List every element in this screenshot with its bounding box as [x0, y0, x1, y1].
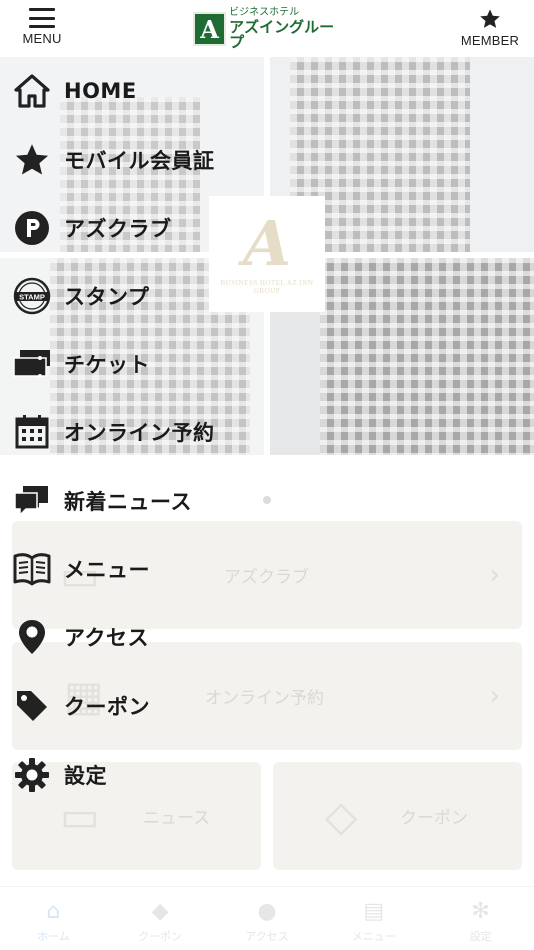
- hamburger-icon: [29, 8, 55, 28]
- star-icon: [12, 140, 52, 180]
- svg-text:STAMP: STAMP: [19, 293, 45, 302]
- menu-item-label: メニュー: [64, 558, 150, 582]
- menu-item-label: 新着ニュース: [64, 490, 192, 514]
- tab-label: メニュー: [351, 930, 396, 943]
- menu-button-label: MENU: [22, 31, 62, 46]
- tab-label: ホーム: [37, 930, 70, 943]
- stamp-icon: STAMP: [12, 276, 52, 316]
- menu-item-label: アズクラブ: [64, 217, 172, 241]
- bottom-tab-bar: ⌂ ホーム ◆ クーポン ● アクセス ▤ メニュー ✻ 設定: [0, 886, 534, 950]
- menu-button[interactable]: MENU: [18, 8, 66, 46]
- gear-icon: ✻: [471, 899, 490, 924]
- menu-item-mobile-member-card[interactable]: モバイル会員証: [12, 138, 215, 182]
- menu-item-label: HOME: [64, 79, 137, 103]
- book-icon: ▤: [363, 899, 385, 924]
- tab-access[interactable]: ● アクセス: [214, 887, 321, 950]
- map-pin-icon: [12, 617, 52, 657]
- brand-logo[interactable]: A ビジネスホテル アズイングループ: [193, 7, 345, 51]
- chat-bubbles-icon: [12, 481, 52, 521]
- menu-item-label: スタンプ: [64, 285, 150, 309]
- logo-subtitle: ビジネスホテル: [229, 7, 300, 18]
- calendar-icon: [12, 412, 52, 452]
- logo-mark: A: [193, 12, 227, 46]
- tab-label: 設定: [469, 930, 492, 943]
- tab-coupon[interactable]: ◆ クーポン: [107, 887, 214, 950]
- tag-icon: [12, 686, 52, 726]
- side-menu: HOME モバイル会員証 アズクラブ STAMP スタンプ チケット オンライン…: [0, 57, 534, 817]
- logo-title: アズイングループ: [229, 18, 335, 51]
- home-icon: ⌂: [46, 899, 61, 924]
- menu-item-coupon[interactable]: クーポン: [12, 684, 150, 728]
- menu-item-access[interactable]: アクセス: [12, 615, 149, 659]
- tag-icon: ◆: [151, 899, 169, 924]
- menu-item-online-reservation[interactable]: オンライン予約: [12, 410, 215, 454]
- menu-item-settings[interactable]: 設定: [12, 753, 107, 797]
- menu-item-label: クーポン: [64, 695, 150, 719]
- map-pin-icon: ●: [257, 899, 277, 924]
- menu-item-label: チケット: [64, 353, 150, 377]
- menu-item-news[interactable]: 新着ニュース: [12, 479, 192, 523]
- book-icon: [12, 549, 52, 589]
- member-button-label: MEMBER: [460, 33, 520, 48]
- gear-icon: [12, 755, 52, 795]
- star-icon: [480, 9, 500, 28]
- menu-item-ticket[interactable]: チケット: [12, 342, 150, 386]
- menu-item-home[interactable]: HOME: [12, 69, 137, 113]
- member-button[interactable]: MEMBER: [458, 8, 522, 48]
- tab-menu[interactable]: ▤ メニュー: [320, 887, 427, 950]
- tab-settings[interactable]: ✻ 設定: [427, 887, 534, 950]
- menu-item-stamp[interactable]: STAMP スタンプ: [12, 274, 149, 318]
- tab-label: アクセス: [245, 930, 289, 943]
- menu-item-label: モバイル会員証: [64, 149, 215, 173]
- tab-home[interactable]: ⌂ ホーム: [0, 887, 107, 950]
- p-circle-icon: [12, 208, 52, 248]
- app-header: MENU A ビジネスホテル アズイングループ MEMBER: [0, 0, 534, 57]
- menu-item-menu[interactable]: メニュー: [12, 547, 150, 591]
- ticket-icon: [12, 344, 52, 384]
- menu-item-label: アクセス: [64, 626, 149, 650]
- menu-item-azclub[interactable]: アズクラブ: [12, 206, 172, 250]
- home-icon: [12, 71, 52, 111]
- menu-item-label: 設定: [64, 764, 107, 788]
- tab-label: クーポン: [138, 930, 183, 943]
- menu-item-label: オンライン予約: [64, 421, 215, 445]
